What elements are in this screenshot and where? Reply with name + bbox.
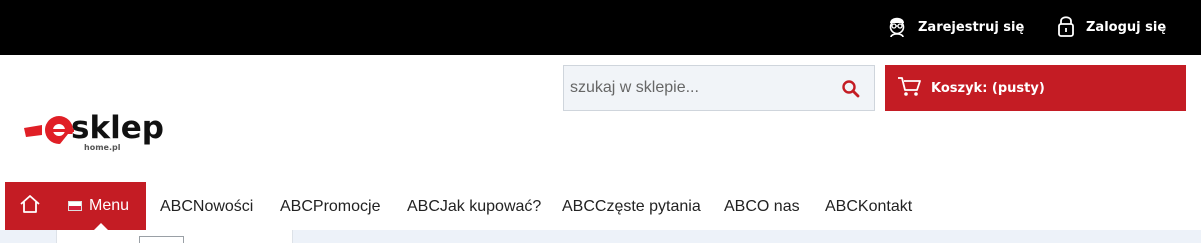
cart-icon <box>885 75 931 102</box>
menu-caret-icon <box>94 223 108 230</box>
search-input[interactable] <box>564 66 832 110</box>
login-link[interactable]: Zaloguj się <box>1057 0 1166 55</box>
cart-label: Koszyk: (pusty) <box>931 80 1045 96</box>
dropdown-subpanel <box>139 236 184 243</box>
nav-item-kontakt[interactable]: ABCKontakt <box>825 182 912 232</box>
search-icon[interactable] <box>840 78 862 100</box>
nav-item-czeste-pytania[interactable]: ABCCzęste pytania <box>562 182 701 232</box>
cart-button[interactable]: Koszyk: (pusty) <box>885 65 1186 111</box>
menu-label: Menu <box>89 197 130 214</box>
search-box <box>563 65 875 111</box>
nav-item-jak-kupowac[interactable]: ABCJak kupować? <box>407 182 541 232</box>
flag-pl-icon <box>68 201 82 211</box>
logo-subtext: home.pl <box>84 143 121 152</box>
padlock-icon <box>1057 14 1086 42</box>
login-label: Zaloguj się <box>1086 20 1167 35</box>
logo-text: sklep <box>71 110 164 146</box>
user-glasses-icon <box>887 14 918 42</box>
site-logo[interactable]: sklep home.pl <box>24 104 194 160</box>
nav-item-o-nas[interactable]: ABCO nas <box>724 182 800 232</box>
nav-item-nowosci[interactable]: ABCNowości <box>160 182 253 232</box>
register-label: Zarejestruj się <box>918 20 1025 35</box>
nav-item-promocje[interactable]: ABCPromocje <box>280 182 380 232</box>
register-link[interactable]: Zarejestruj się <box>887 0 1024 55</box>
home-icon <box>19 194 41 219</box>
home-button[interactable] <box>5 182 54 230</box>
